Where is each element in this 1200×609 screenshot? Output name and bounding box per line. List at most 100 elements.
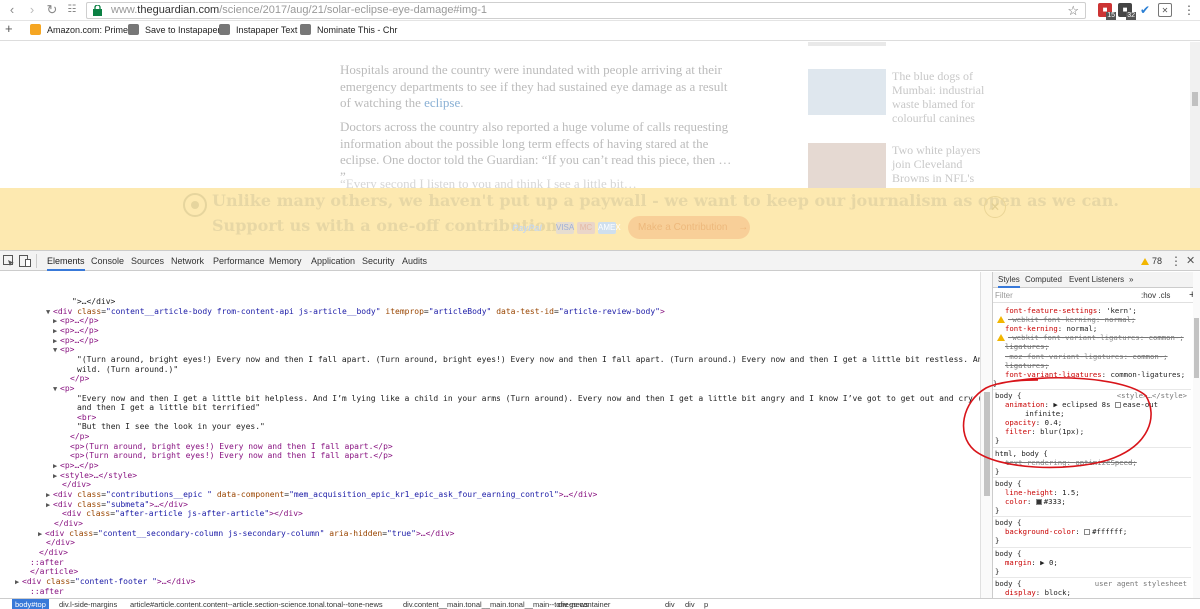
dom-node-line[interactable]: ">…</div> — [72, 297, 115, 307]
color-swatch[interactable] — [1084, 529, 1091, 536]
reload-icon[interactable]: ↻ — [44, 2, 60, 18]
extension-icon-1[interactable]: ■ 15 — [1098, 3, 1116, 20]
tab-console[interactable]: Console — [91, 251, 124, 271]
color-swatch[interactable] — [1035, 499, 1042, 505]
css-property[interactable]: font-kerning — [1005, 324, 1058, 333]
dom-node-line[interactable]: </article> — [30, 567, 78, 577]
styles-scrollbar-thumb[interactable] — [1194, 318, 1199, 378]
styles-filter-input[interactable]: Filter — [995, 291, 1013, 300]
css-value[interactable]: optimizeSpeed; — [1075, 458, 1137, 467]
dom-node-line[interactable]: </p> — [70, 432, 89, 442]
tab-security[interactable]: Security — [362, 251, 395, 271]
address-bar[interactable]: www.theguardian.com/science/2017/aug/21/… — [86, 2, 1086, 19]
css-property[interactable]: -webkit-font-variant-ligatures — [1008, 333, 1140, 342]
bookmark-instapaper-text[interactable]: Instapaper Text — [219, 24, 297, 35]
dom-node-line[interactable]: <p>(Turn around, bright eyes!) Every now… — [70, 451, 393, 461]
css-value[interactable]: common-ligatures; — [1110, 370, 1185, 379]
css-value[interactable]: normal; — [1067, 324, 1098, 333]
expand-arrow-icon[interactable]: ▼ — [46, 308, 53, 318]
expand-arrow-icon[interactable]: ▼ — [53, 346, 60, 356]
dom-node-line[interactable]: ::after — [30, 558, 64, 568]
tab-audits[interactable]: Audits — [402, 251, 427, 271]
dom-node-line[interactable]: ▼ <div class="content__article-body from-… — [46, 307, 665, 318]
dom-node-line[interactable]: </p> — [70, 374, 89, 384]
apps-icon[interactable]: ☷ — [64, 2, 80, 18]
collapse-arrow-icon[interactable]: ▶ — [46, 501, 53, 511]
breadcrumb-item[interactable]: div.l-side-margins — [56, 599, 120, 609]
collapse-arrow-icon[interactable]: ▶ — [15, 578, 22, 588]
css-value[interactable]: common-; — [1149, 333, 1184, 342]
bookmark-nominate[interactable]: Nominate This - Chr — [300, 24, 397, 35]
eclipse-link[interactable]: eclipse — [424, 95, 460, 110]
play-animation-icon[interactable]: ▶ — [1053, 400, 1062, 409]
css-value[interactable]: 0; — [1049, 558, 1058, 567]
warning-count[interactable]: 78 — [1141, 251, 1162, 271]
dom-scrollbar-thumb[interactable] — [984, 392, 990, 496]
dom-node-line[interactable]: <br> — [77, 413, 96, 423]
tab-performance[interactable]: Performance — [213, 251, 265, 271]
add-bookmark-icon[interactable]: + — [5, 21, 13, 36]
extension-icon-2[interactable]: ■ 32 — [1118, 3, 1136, 20]
page-scrollbar-thumb[interactable] — [1192, 92, 1198, 106]
extension-icon-3[interactable]: ✔ — [1138, 3, 1152, 17]
css-value[interactable]: eclipsed 8s — [1062, 400, 1115, 409]
css-property[interactable]: font-feature-settings — [1005, 306, 1097, 315]
styles-scrollbar[interactable] — [1193, 272, 1200, 598]
make-contribution-button[interactable]: Make a Contribution → — [628, 216, 750, 239]
css-property[interactable]: font-variant-ligatures — [1005, 370, 1102, 379]
tab-elements[interactable]: Elements — [47, 251, 85, 271]
breadcrumb-item[interactable]: div — [682, 599, 698, 609]
css-value[interactable]: 'kern'; — [1106, 306, 1137, 315]
dom-node-line[interactable]: </div> — [54, 519, 83, 529]
dom-node-line[interactable]: </div> — [62, 480, 91, 490]
extension-icon-4[interactable]: ✕ — [1158, 3, 1172, 17]
dom-node-line[interactable]: </div> — [39, 548, 68, 558]
dom-node-line[interactable]: <div class="after-article js-after-artic… — [62, 509, 303, 519]
css-value[interactable]: common-; — [1132, 352, 1167, 361]
css-property[interactable]: opacity — [1005, 418, 1036, 427]
css-property[interactable]: background-color — [1005, 527, 1075, 536]
dom-node-line[interactable]: </div> — [46, 538, 75, 548]
inspect-element-icon[interactable] — [3, 255, 15, 267]
css-value[interactable]: blur(1px); — [1040, 427, 1084, 436]
css-value[interactable]: normal; — [1105, 315, 1136, 324]
breadcrumb-item[interactable]: div.gs-container — [555, 599, 613, 609]
css-value[interactable]: #ffffff; — [1092, 527, 1127, 536]
expand-arrow-icon[interactable]: ▼ — [53, 385, 60, 395]
menu-icon[interactable]: ⋮ — [1182, 3, 1196, 17]
dom-node-line[interactable]: "Every now and then I get a little bit h… — [77, 394, 980, 404]
dom-node-line[interactable]: "(Turn around, bright eyes!) Every now a… — [77, 355, 980, 365]
hov-cls-toggle[interactable]: :hov .cls — [1141, 291, 1170, 300]
css-property[interactable]: filter — [1005, 427, 1031, 436]
css-property[interactable]: display — [1005, 588, 1036, 597]
devtools-close-icon[interactable]: ✕ — [1186, 251, 1195, 271]
css-property[interactable]: line-height — [1005, 488, 1053, 497]
css-property[interactable]: -moz-font-variant-ligatures — [1005, 352, 1124, 361]
style-source-link[interactable]: <style>…</style> — [1117, 391, 1187, 400]
css-property[interactable]: color — [1005, 497, 1027, 506]
tab-sources[interactable]: Sources — [131, 251, 164, 271]
collapse-arrow-icon[interactable]: ▶ — [53, 472, 60, 482]
dom-scrollbar[interactable] — [980, 272, 992, 598]
breadcrumb-item[interactable]: body#top — [12, 599, 49, 609]
css-property[interactable]: -webkit-font-kerning — [1008, 315, 1096, 324]
forward-icon[interactable]: › — [24, 2, 40, 18]
tab-styles[interactable]: Styles — [998, 272, 1020, 288]
css-property[interactable]: margin — [1005, 558, 1031, 567]
collapse-arrow-icon[interactable]: ▶ — [38, 530, 45, 540]
css-value[interactable]: block; — [1045, 588, 1071, 597]
bookmark-instapaper[interactable]: Save to Instapaper — [128, 24, 221, 35]
css-property[interactable]: text-rendering — [1005, 458, 1067, 467]
dom-node-line[interactable]: ▶ <div class="content__secondary-column j… — [38, 529, 454, 540]
back-icon[interactable]: ‹ — [4, 2, 20, 18]
device-toolbar-icon[interactable] — [19, 255, 31, 267]
bookmark-star-icon[interactable]: ☆ — [1067, 3, 1079, 19]
dom-node-line[interactable]: and then I get a little bit terrified" — [77, 403, 260, 413]
css-value[interactable]: ease-out — [1123, 400, 1158, 409]
dom-node-line[interactable]: "But then I see the look in your eyes." — [77, 422, 265, 432]
css-value[interactable]: 0.4; — [1045, 418, 1063, 427]
dom-node-line[interactable]: <p>(Turn around, bright eyes!) Every now… — [70, 442, 393, 452]
tab-network[interactable]: Network — [171, 251, 204, 271]
tab-memory[interactable]: Memory — [269, 251, 302, 271]
more-tabs-chevron-icon[interactable]: » — [1129, 272, 1133, 288]
